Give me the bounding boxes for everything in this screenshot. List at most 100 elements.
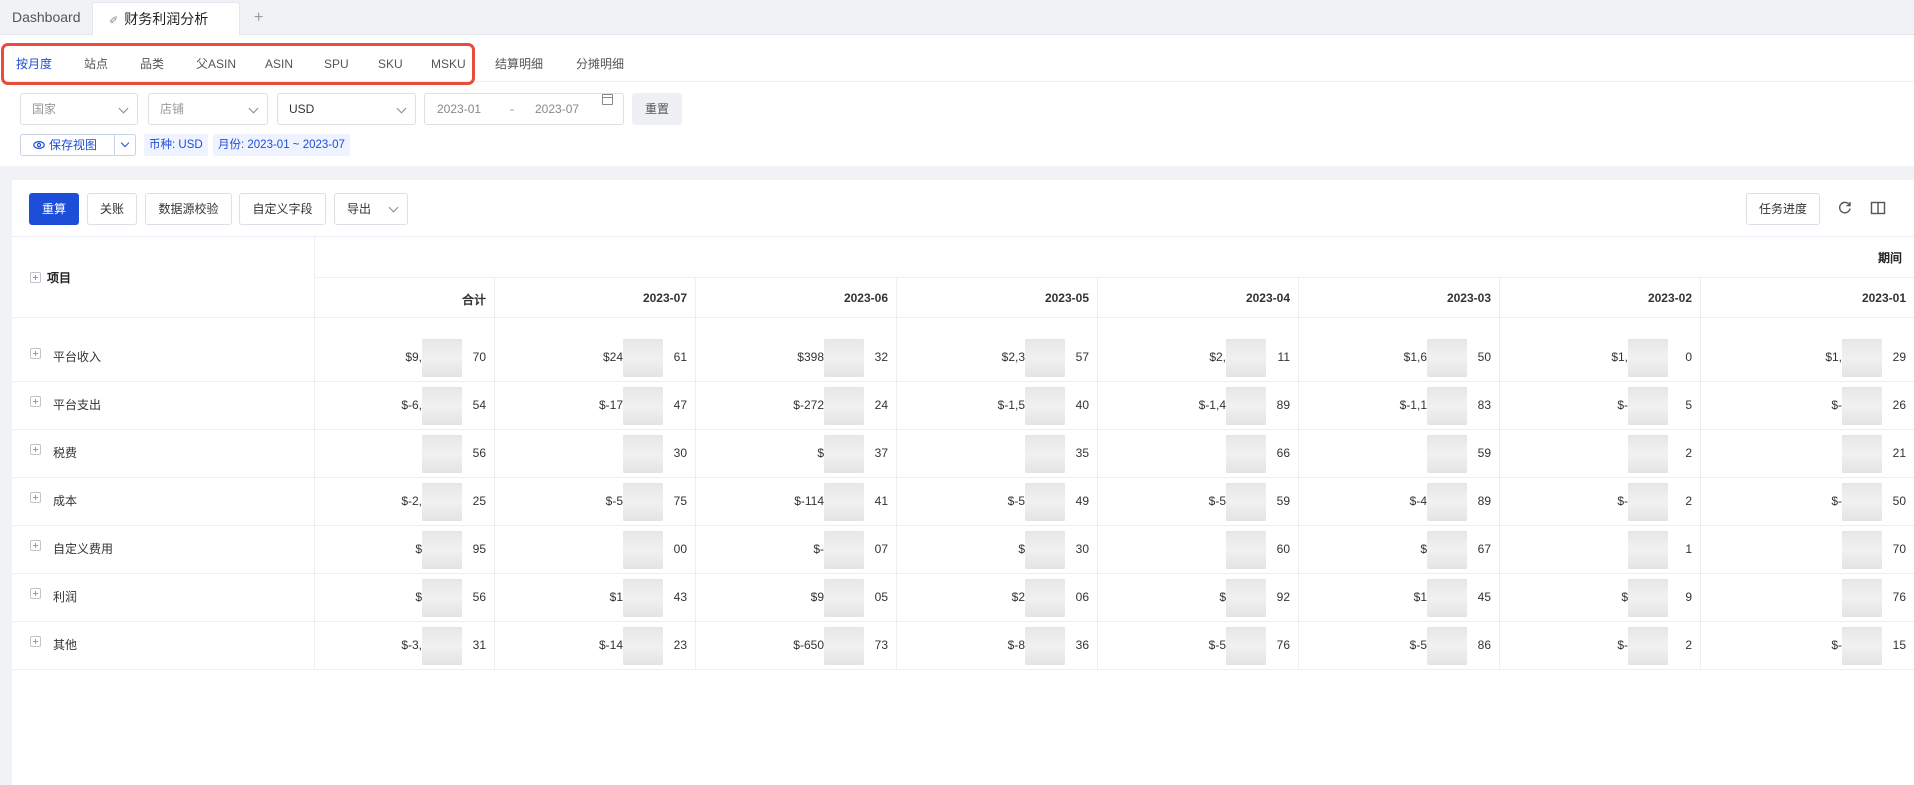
value-prefix: $1 [609, 590, 623, 604]
subnav-tab-category[interactable]: 品类 [140, 35, 164, 82]
subnav-tab-msku[interactable]: MSKU [431, 35, 466, 82]
subnav-tab-asin[interactable]: ASIN [265, 35, 293, 82]
value-suffix: 50 [1477, 350, 1491, 364]
value-suffix: 89 [1276, 398, 1290, 412]
value-suffix: 59 [1276, 494, 1290, 508]
value-suffix: 35 [1075, 446, 1089, 460]
currency-select[interactable]: USD [277, 93, 416, 125]
date-start[interactable]: 2023-01 [437, 94, 481, 124]
refresh-icon[interactable] [1834, 197, 1856, 219]
month-range-picker[interactable]: 2023-01 - 2023-07 [424, 93, 624, 125]
value-suffix: 41 [874, 494, 888, 508]
subnav-tab-settlement-detail[interactable]: 结算明细 [495, 35, 543, 82]
redacted-value [1628, 579, 1668, 617]
country-select[interactable]: 国家 [20, 93, 138, 125]
close-account-button[interactable]: 关账 [87, 193, 137, 225]
filter-panel: 按月度 站点 品类 父ASIN ASIN SPU SKU MSKU 结算明细 分摊明细 国家 店铺… [0, 35, 1914, 166]
value-prefix: $-1,4 [1198, 398, 1226, 412]
table-row-label[interactable]: 税费 [30, 444, 77, 461]
expand-row-icon[interactable] [30, 636, 41, 647]
value-suffix: 56 [472, 590, 486, 604]
save-view-button[interactable]: 保存视图 [21, 135, 115, 155]
expand-all-icon[interactable] [30, 272, 41, 283]
data-source-check-button[interactable]: 数据源校验 [145, 193, 232, 225]
value-prefix: $- [1831, 638, 1842, 652]
value-prefix: $-17 [598, 398, 623, 412]
value-suffix: 57 [1075, 350, 1089, 364]
tab-profit-analysis[interactable]: ✐ 财务利润分析 [92, 2, 240, 36]
report-panel: 重算 关账 数据源校验 自定义字段 导出 任务进度 项目 期间 合计 2023-07 2… [12, 180, 1914, 785]
add-tab-button[interactable]: + [254, 0, 263, 35]
redacted-value [623, 387, 663, 425]
expand-row-icon[interactable] [30, 444, 41, 455]
shop-select[interactable]: 店铺 [148, 93, 268, 125]
expand-row-icon[interactable] [30, 492, 41, 503]
table-row-label[interactable]: 平台收入 [30, 348, 101, 365]
table-row-label[interactable]: 其他 [30, 636, 77, 653]
value-prefix: $9, [405, 350, 422, 364]
redacted-value [1628, 483, 1668, 521]
save-view-label: 保存视图 [49, 138, 98, 152]
value-suffix: 54 [472, 398, 486, 412]
col-divider [896, 277, 897, 669]
redacted-value [1842, 579, 1882, 617]
subnav-tab-sku[interactable]: SKU [378, 35, 403, 82]
row-divider [12, 317, 1914, 318]
redacted-value [1842, 387, 1882, 425]
value-suffix: 83 [1477, 398, 1491, 412]
col-divider [1499, 277, 1500, 669]
chevron-down-icon [118, 103, 129, 114]
value-prefix: $ [415, 590, 422, 604]
column-header: 2023-06 [843, 291, 888, 305]
redacted-value [1025, 531, 1065, 569]
value-prefix: $-5 [1007, 494, 1025, 508]
chevron-down-icon [388, 202, 399, 213]
save-view-dropdown[interactable] [113, 135, 135, 155]
reset-filter-button[interactable]: 重置 [632, 93, 682, 125]
value-prefix: $- [1831, 494, 1842, 508]
task-progress-button[interactable]: 任务进度 [1746, 193, 1820, 225]
redacted-value [1025, 435, 1065, 473]
value-prefix: $-272 [793, 398, 824, 412]
expand-row-icon[interactable] [30, 348, 41, 359]
column-header: 2023-01 [1861, 291, 1906, 305]
tab-dashboard[interactable]: Dashboard [0, 0, 93, 35]
value-suffix: 26 [1892, 398, 1906, 412]
value-prefix: $- [813, 542, 824, 556]
custom-field-button[interactable]: 自定义字段 [239, 193, 326, 225]
redacted-value [1628, 435, 1668, 473]
row-label-text: 税费 [53, 446, 78, 460]
table-row-label[interactable]: 平台支出 [30, 396, 101, 413]
redacted-value [1226, 531, 1266, 569]
expand-row-icon[interactable] [30, 540, 41, 551]
table-row-label[interactable]: 利润 [30, 588, 77, 605]
value-prefix: $1 [1413, 590, 1427, 604]
value-prefix: $- [1617, 398, 1628, 412]
subnav-tab-site[interactable]: 站点 [84, 35, 108, 82]
redacted-value [1842, 627, 1882, 665]
recalculate-button[interactable]: 重算 [29, 193, 79, 225]
redacted-value [824, 627, 864, 665]
expand-row-icon[interactable] [30, 588, 41, 599]
redacted-value [1025, 387, 1065, 425]
subnav-tab-parent-asin[interactable]: 父ASIN [196, 35, 236, 82]
value-prefix: $9 [810, 590, 824, 604]
expand-row-icon[interactable] [30, 396, 41, 407]
value-prefix: $- [1617, 494, 1628, 508]
value-suffix: 32 [874, 350, 888, 364]
value-prefix: $-5 [1409, 638, 1427, 652]
subnav-tab-allocation-detail[interactable]: 分摊明细 [576, 35, 624, 82]
redacted-value [824, 339, 864, 377]
date-end[interactable]: 2023-07 [535, 94, 579, 124]
table-row-label[interactable]: 成本 [30, 492, 77, 509]
subnav-tab-monthly[interactable]: 按月度 [16, 35, 52, 82]
value-suffix: 21 [1892, 446, 1906, 460]
value-suffix: 66 [1276, 446, 1290, 460]
column-settings-icon[interactable] [1867, 197, 1889, 219]
pin-icon[interactable]: ✐ [109, 15, 118, 27]
subnav-tab-spu[interactable]: SPU [324, 35, 349, 82]
table-row-label[interactable]: 自定义费用 [30, 540, 113, 557]
export-button[interactable]: 导出 [334, 193, 408, 225]
redacted-value [1427, 483, 1467, 521]
row-label-text: 自定义费用 [53, 542, 114, 556]
